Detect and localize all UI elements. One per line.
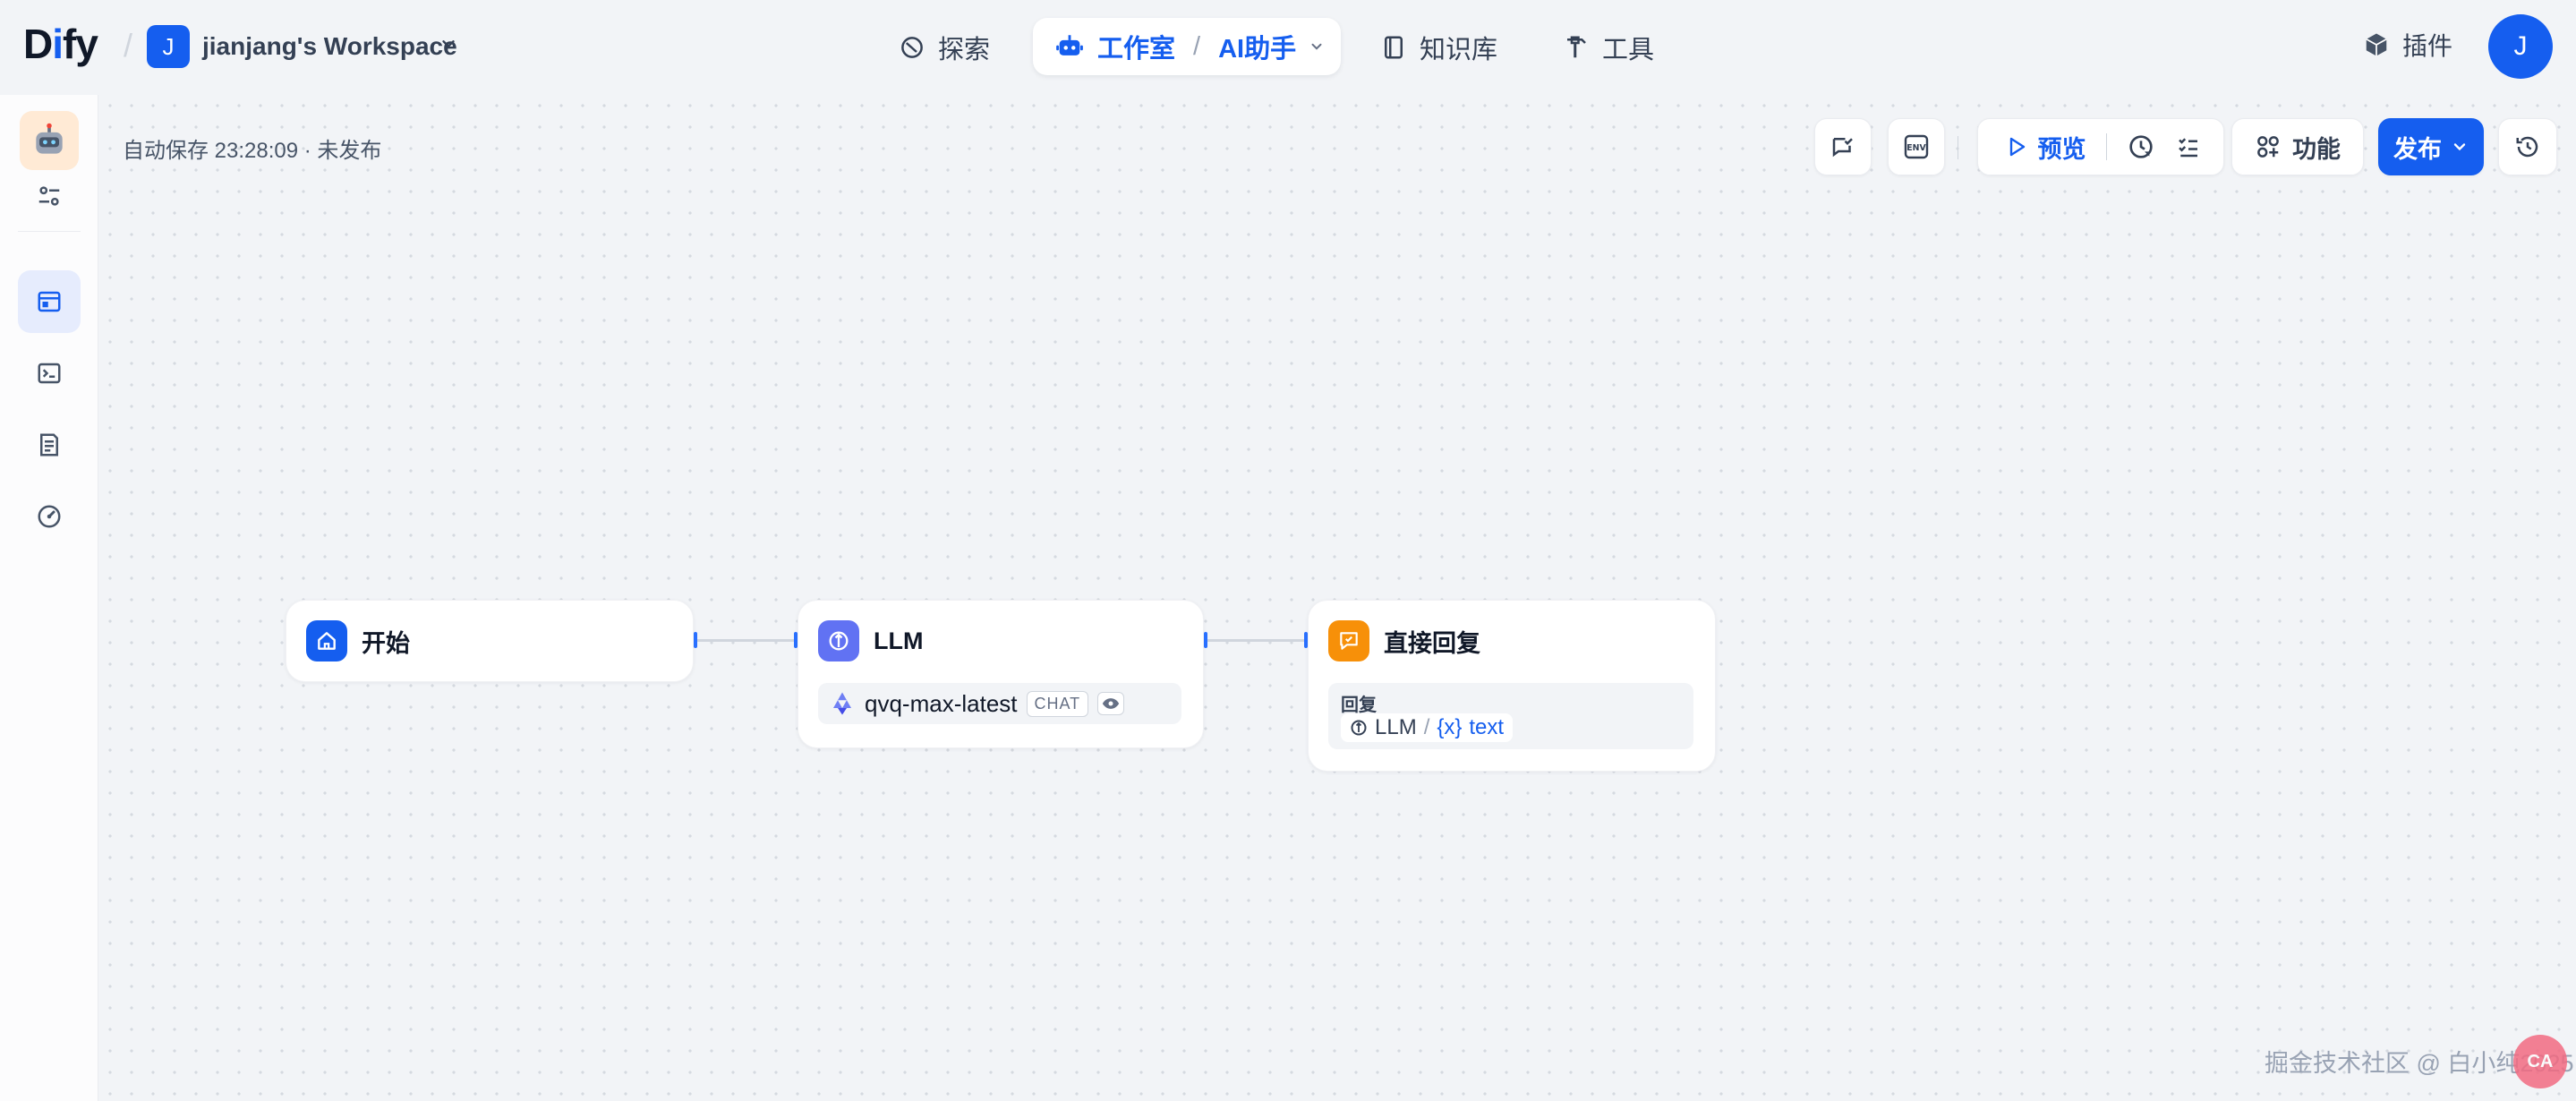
version-history-button[interactable] xyxy=(2498,118,2557,175)
variable-icon: {x} xyxy=(1437,715,1463,739)
workspace-badge[interactable]: J xyxy=(147,25,190,68)
sidebar-item-logs[interactable] xyxy=(18,414,81,476)
svg-text:ENV: ENV xyxy=(1906,143,1926,153)
workflow-canvas[interactable]: 自动保存 23:28:09 · 未发布 ENV 预览 功能 发布 开始 LLM … xyxy=(99,95,2576,1101)
explore-icon xyxy=(901,37,923,58)
features-button[interactable]: 功能 xyxy=(2231,118,2364,175)
start-output-handle[interactable] xyxy=(694,632,697,648)
autosave-status: 自动保存 23:28:09 · 未发布 xyxy=(123,139,382,163)
nav-tools[interactable]: 工具 xyxy=(1563,20,1654,75)
robot-icon xyxy=(1056,35,1083,55)
edge-start-llm xyxy=(697,639,796,642)
variable-name: text xyxy=(1469,715,1505,739)
book-icon xyxy=(1385,36,1403,59)
reply-content[interactable]: 回复 LLM / {x} text xyxy=(1328,683,1693,749)
nav-knowledge[interactable]: 知识库 xyxy=(1380,20,1497,75)
node-title: 直接回复 xyxy=(1384,629,1480,657)
env-variables-button[interactable]: ENV xyxy=(1888,118,1945,175)
reply-icon xyxy=(1328,620,1369,661)
plugins-button[interactable]: 插件 xyxy=(2363,27,2452,63)
home-icon xyxy=(306,620,347,661)
app-icon[interactable] xyxy=(20,111,79,170)
preview-button[interactable]: 预览 xyxy=(2008,130,2086,165)
preview-toolbar-group: 预览 xyxy=(1977,118,2224,175)
app-panel-icon xyxy=(38,291,61,312)
breadcrumb-separator: / xyxy=(124,27,133,64)
node-title: LLM xyxy=(874,627,924,654)
sidebar-item-orchestrate[interactable] xyxy=(18,270,81,333)
chevron-down-icon[interactable] xyxy=(439,34,458,54)
edge-llm-answer xyxy=(1207,639,1306,642)
dify-logo[interactable]: Dify xyxy=(23,20,98,68)
log-icon xyxy=(40,433,58,457)
reply-label: 回复 xyxy=(1341,696,1377,715)
clock-history-icon xyxy=(2516,136,2538,158)
checklist-icon[interactable] xyxy=(2175,133,2202,160)
chevron-down-icon[interactable] xyxy=(1309,38,1325,55)
hammer-icon xyxy=(1567,36,1586,58)
reply-variable[interactable]: LLM / {x} text xyxy=(1341,713,1514,742)
llm-icon xyxy=(1351,720,1367,736)
chevron-down-icon xyxy=(2453,143,2466,151)
sidebar-item-monitoring[interactable] xyxy=(18,485,81,548)
model-selector[interactable]: qvq-max-latest CHAT xyxy=(818,683,1181,724)
history-run-icon[interactable] xyxy=(2127,132,2155,161)
publish-button[interactable]: 发布 xyxy=(2378,118,2484,175)
app-selector[interactable]: AI助手 xyxy=(1218,28,1296,65)
llm-icon xyxy=(818,620,859,661)
chat-check-icon xyxy=(1832,138,1853,158)
node-llm[interactable]: LLM qvq-max-latest CHAT xyxy=(798,600,1204,748)
model-name: qvq-max-latest xyxy=(865,689,1018,717)
workspace-name[interactable]: jianjang's Workspace xyxy=(202,32,457,61)
nav-explore[interactable]: 探索 xyxy=(899,20,990,75)
sliders-icon xyxy=(38,186,60,206)
app-sidebar xyxy=(0,95,98,1101)
watermark-badge: CA xyxy=(2513,1035,2567,1088)
robot-icon xyxy=(36,123,63,154)
eye-icon xyxy=(1097,692,1125,715)
sidebar-divider xyxy=(18,231,81,232)
gauge-icon xyxy=(38,505,61,528)
play-icon xyxy=(2009,137,2025,157)
cube-icon xyxy=(2366,33,2387,56)
node-answer[interactable]: 直接回复 回复 LLM / {x} text xyxy=(1308,600,1716,772)
llm-output-handle[interactable] xyxy=(1204,632,1207,648)
qwen-icon xyxy=(833,692,851,715)
chat-check-button[interactable] xyxy=(1814,118,1872,175)
nav-studio[interactable]: 工作室 / AI助手 xyxy=(1033,18,1341,75)
user-avatar[interactable]: J xyxy=(2488,14,2553,79)
features-icon xyxy=(2257,136,2279,158)
sidebar-item-settings[interactable] xyxy=(18,165,81,227)
mode-tag: CHAT xyxy=(1026,690,1089,717)
env-icon: ENV xyxy=(1904,134,1929,159)
sidebar-item-api[interactable] xyxy=(18,342,81,405)
node-start[interactable]: 开始 xyxy=(286,600,694,682)
terminal-icon xyxy=(38,363,61,384)
top-bar: Dify / J jianjang's Workspace 探索 工作室 / A… xyxy=(0,0,2576,95)
node-title: 开始 xyxy=(362,629,410,657)
